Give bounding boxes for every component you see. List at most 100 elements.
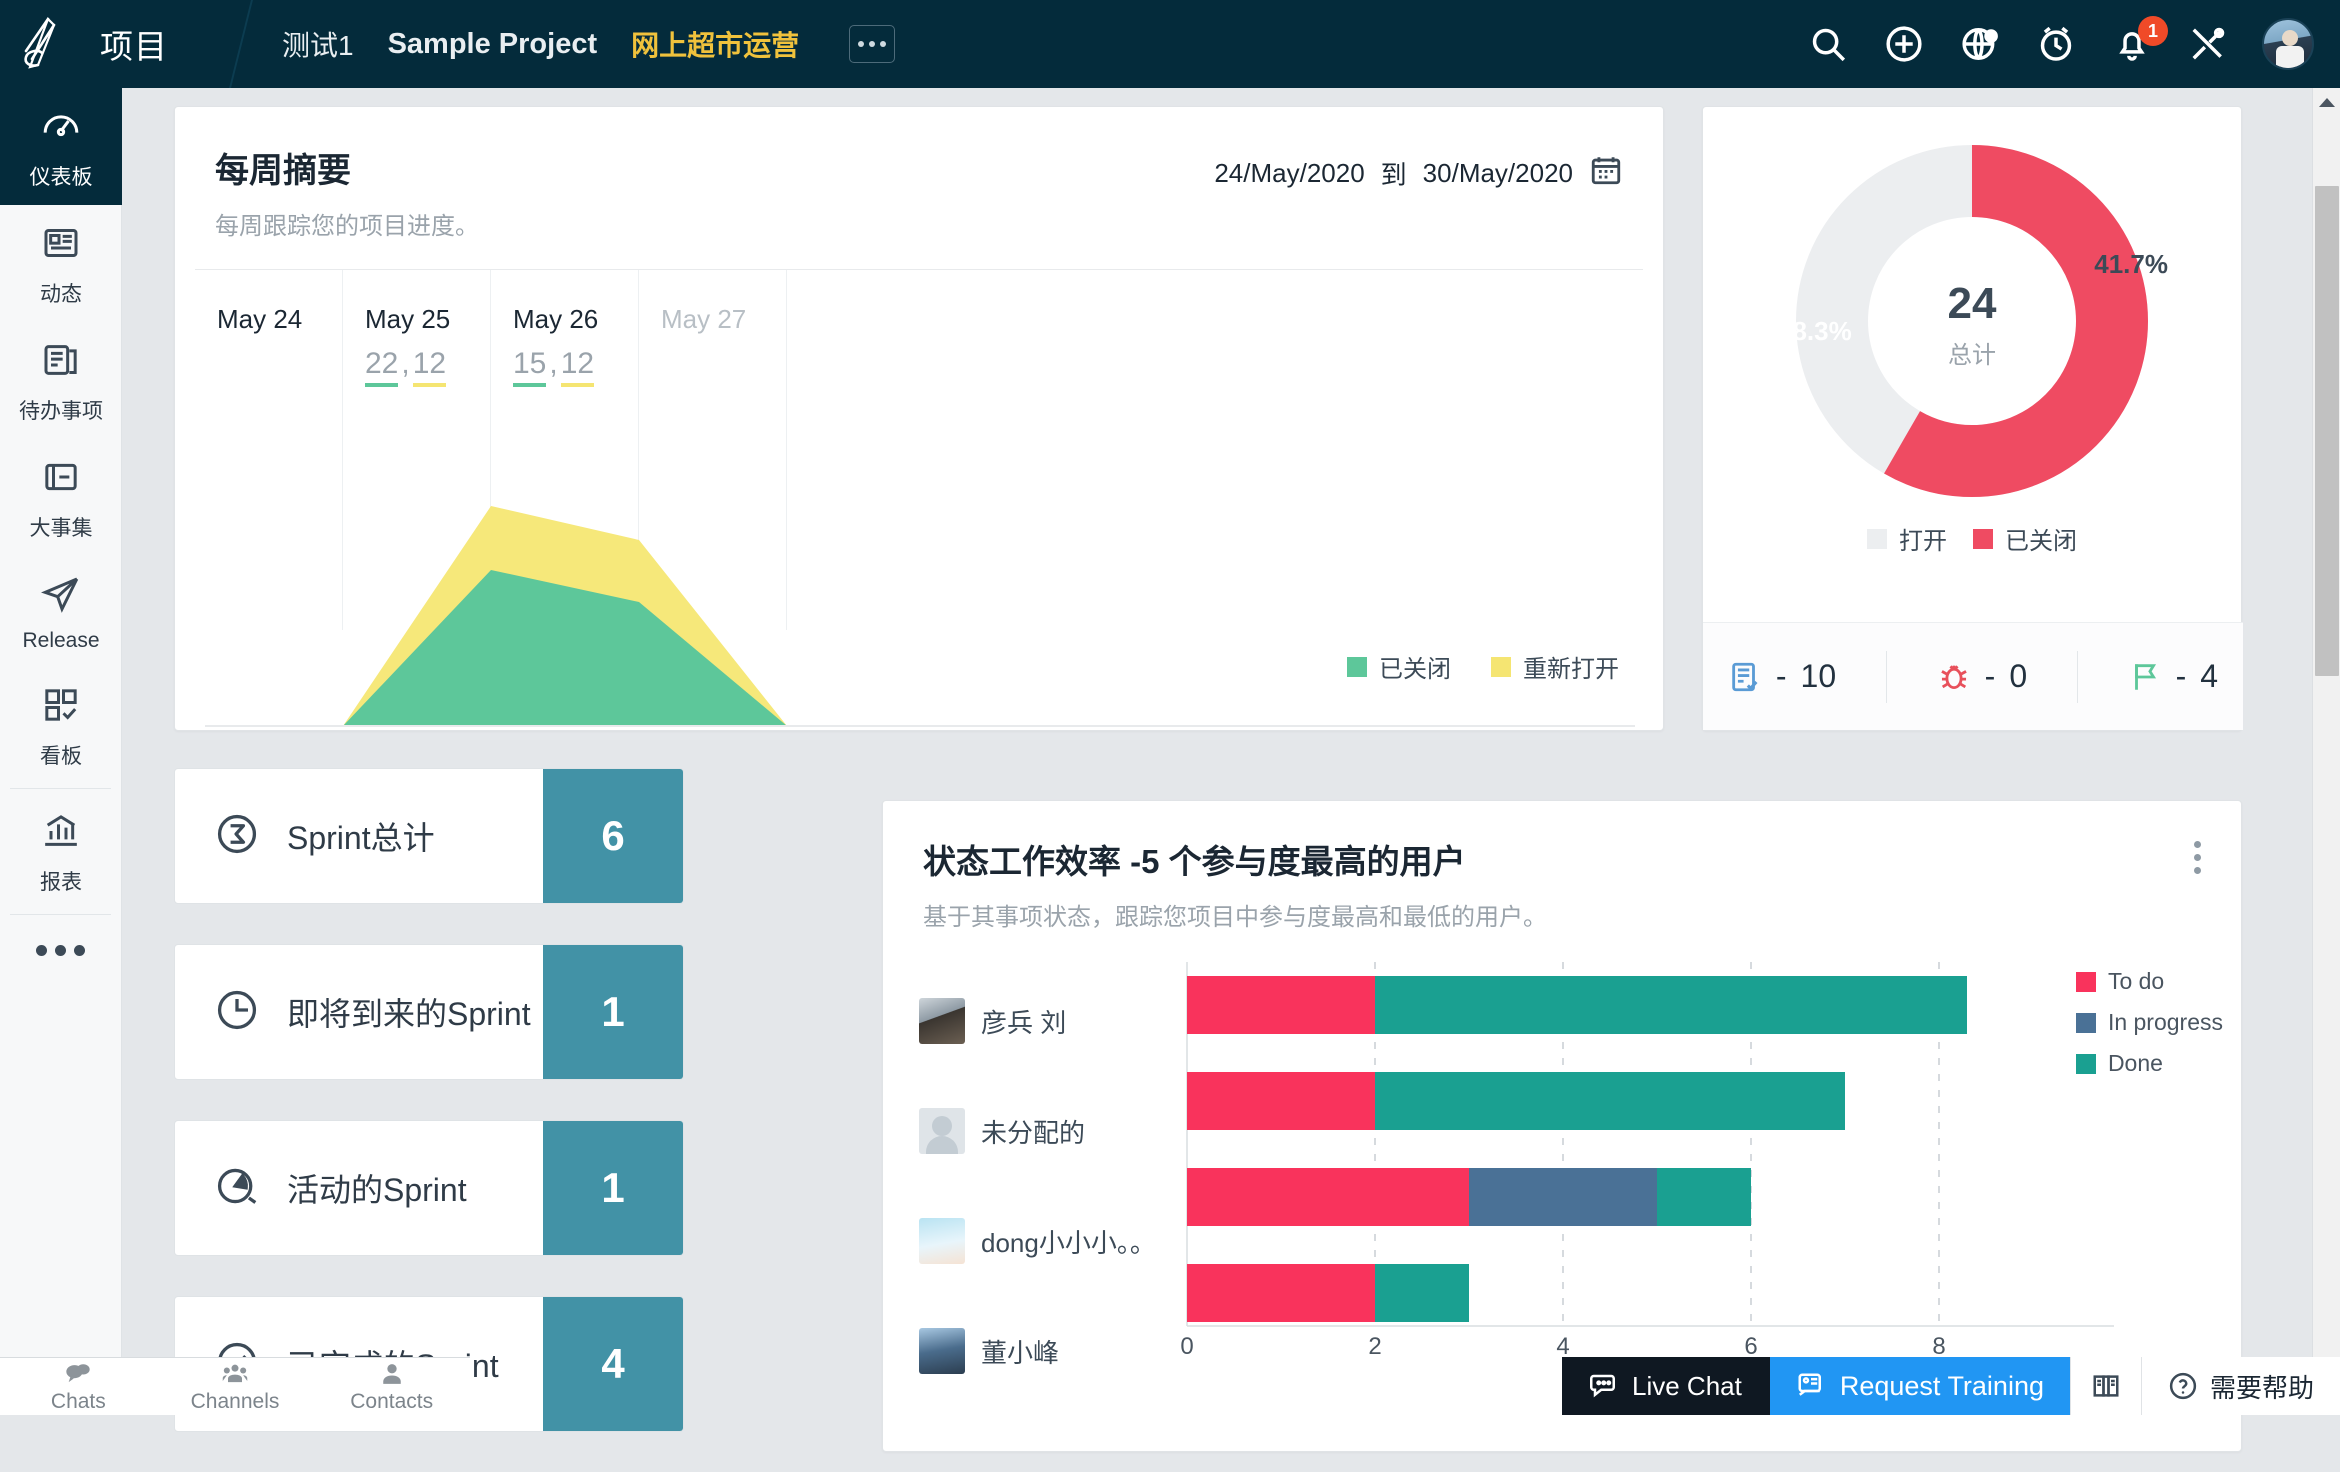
bar-segment-inprogress[interactable] — [1469, 1168, 1657, 1226]
legend-item-reopened[interactable]: 重新打开 — [1491, 649, 1619, 684]
legend-item-todo[interactable]: To do — [2076, 968, 2223, 995]
sidebar-item-dashboard[interactable]: 仪表板 — [0, 88, 122, 205]
bar-segment-todo[interactable] — [1187, 1072, 1375, 1130]
sidebar-item-epic[interactable]: 大事集 — [0, 439, 122, 556]
chat-tab-label: Contacts — [350, 1390, 433, 1414]
board-icon — [41, 685, 81, 730]
day-label: May 24 — [217, 304, 342, 335]
stat-stories[interactable]: - 4 — [2128, 658, 2218, 695]
bar-chart-svg: 0 2 4 6 8 — [1179, 954, 2119, 1374]
main-content: 每周摘要 每周跟踪您的项目进度。 24/May/2020 到 30/May/20… — [122, 88, 2318, 1415]
clock-upcoming-icon — [215, 988, 259, 1037]
list-item[interactable]: 彦兵 刘 — [919, 966, 1149, 1076]
search-icon[interactable] — [1806, 22, 1850, 66]
sidebar-item-label: 大事集 — [30, 512, 93, 542]
sidebar-item-board[interactable]: 看板 — [0, 667, 122, 784]
bar-segment-done[interactable] — [1657, 1168, 1751, 1226]
donut-legend: 打开 已关闭 — [1867, 521, 2077, 556]
bar-segment-done[interactable] — [1375, 976, 1967, 1034]
bar-segment-todo[interactable] — [1187, 1168, 1469, 1226]
project-tab-3[interactable]: 网上超市运营 — [631, 24, 799, 64]
scrollbar-thumb[interactable] — [2315, 186, 2339, 676]
chat-tab-channels[interactable]: Channels — [157, 1360, 314, 1414]
sprint-card-left: 即将到来的Sprint — [175, 945, 543, 1079]
avatar — [919, 1328, 965, 1374]
request-training-button[interactable]: Request Training — [1770, 1357, 2070, 1415]
list-item[interactable]: 董小峰 — [919, 1296, 1149, 1406]
sidebar-item-backlog[interactable]: 待办事项 — [0, 322, 122, 439]
legend-item-inprogress[interactable]: In progress — [2076, 1009, 2223, 1036]
sprint-card-upcoming[interactable]: 即将到来的Sprint 1 — [174, 944, 684, 1080]
legend-item-open[interactable]: 打开 — [1867, 521, 1947, 556]
chats-icon — [64, 1360, 92, 1388]
calendar-icon[interactable] — [1589, 153, 1623, 194]
x-tick-label: 2 — [1368, 1333, 1381, 1360]
sidebar-item-reports[interactable]: 报表 — [0, 793, 122, 910]
avatar[interactable] — [2262, 18, 2314, 70]
sprint-card-active[interactable]: 活动的Sprint 1 — [174, 1120, 684, 1256]
project-tabs: 测试1 Sample Project 网上超市运营 — [282, 24, 895, 64]
bar-segment-todo[interactable] — [1187, 976, 1375, 1034]
bar-segment-todo[interactable] — [1187, 1264, 1375, 1322]
need-help-button[interactable]: 需要帮助 — [2141, 1357, 2340, 1415]
project-tab-2[interactable]: Sample Project — [388, 28, 598, 61]
bug-icon — [1937, 660, 1971, 694]
bar-segment-done[interactable] — [1375, 1072, 1845, 1130]
guide-book-button[interactable] — [2070, 1357, 2141, 1415]
list-item[interactable]: dong小小小。。 — [919, 1186, 1149, 1296]
dot-icon — [36, 945, 47, 956]
notifications-bell-icon[interactable]: 1 — [2110, 22, 2154, 66]
sprint-label: Sprint总计 — [287, 813, 435, 859]
request-training-label: Request Training — [1840, 1371, 2044, 1402]
status-work-efficiency-card: 状态工作效率 -5 个参与度最高的用户 基于其事项状态，跟踪您项目中参与度最高和… — [882, 800, 2242, 1452]
sprint-card-total[interactable]: Sprint总计 6 — [174, 768, 684, 904]
sidebar-item-release[interactable]: Release — [0, 556, 122, 667]
legend-item-closed[interactable]: 已关闭 — [1347, 649, 1451, 684]
vertical-scrollbar[interactable] — [2312, 88, 2340, 1415]
day-column: May 27 — [639, 270, 787, 630]
sprint-label: 即将到来的Sprint — [287, 989, 531, 1035]
legend-label: 重新打开 — [1523, 649, 1619, 684]
bar-segment-done[interactable] — [1375, 1264, 1469, 1322]
sidebar-item-feed[interactable]: 动态 — [0, 205, 122, 322]
day-reopened-count: 12 — [561, 347, 594, 387]
sprint-count: 1 — [543, 945, 683, 1079]
legend-swatch — [1347, 657, 1367, 677]
sidebar-item-label: 看板 — [40, 740, 82, 770]
legend-item-done[interactable]: Done — [2076, 1050, 2223, 1077]
header-divider — [229, 0, 253, 88]
scroll-up-arrow[interactable] — [2313, 88, 2340, 116]
tools-icon[interactable] — [2186, 22, 2230, 66]
project-more-button[interactable] — [849, 25, 895, 63]
weekly-summary-card: 每周摘要 每周跟踪您的项目进度。 24/May/2020 到 30/May/20… — [174, 106, 1664, 731]
channels-icon — [221, 1360, 249, 1388]
day-column: May 25 22, 12 — [343, 270, 491, 630]
zoho-sprints-logo-icon — [18, 17, 64, 71]
dot-icon — [55, 945, 66, 956]
dot-icon — [880, 41, 886, 47]
list-item[interactable]: 未分配的 — [919, 1076, 1149, 1186]
live-chat-button[interactable]: Live Chat — [1562, 1357, 1770, 1415]
sidebar-divider — [10, 788, 111, 789]
app-title: 项目 — [100, 20, 168, 68]
stat-bugs[interactable]: - 0 — [1937, 658, 2027, 695]
chat-tab-chats[interactable]: Chats — [0, 1360, 157, 1414]
project-tab-1[interactable]: 测试1 — [282, 24, 354, 64]
stat-tasks[interactable]: - 10 — [1728, 658, 1836, 695]
app-logo[interactable] — [0, 0, 82, 88]
sidebar-more-button[interactable] — [0, 919, 121, 982]
timer-icon[interactable] — [2034, 22, 2078, 66]
status-chart-body: 彦兵 刘 未分配的 dong小小小。。 董小峰 — [883, 954, 2241, 1424]
kebab-menu-icon[interactable] — [2188, 835, 2207, 880]
x-tick-label: 4 — [1556, 1333, 1569, 1360]
legend-label: In progress — [2108, 1009, 2223, 1036]
flag-icon — [2128, 660, 2162, 694]
dot-icon — [2194, 854, 2201, 861]
feed-icon — [41, 223, 81, 268]
avatar — [919, 998, 965, 1044]
chat-tab-contacts[interactable]: Contacts — [313, 1360, 470, 1414]
globe-icon[interactable] — [1958, 22, 2002, 66]
add-icon[interactable] — [1882, 22, 1926, 66]
date-range-selector[interactable]: 24/May/2020 到 30/May/2020 — [1214, 143, 1623, 194]
legend-item-closed[interactable]: 已关闭 — [1973, 521, 2077, 556]
